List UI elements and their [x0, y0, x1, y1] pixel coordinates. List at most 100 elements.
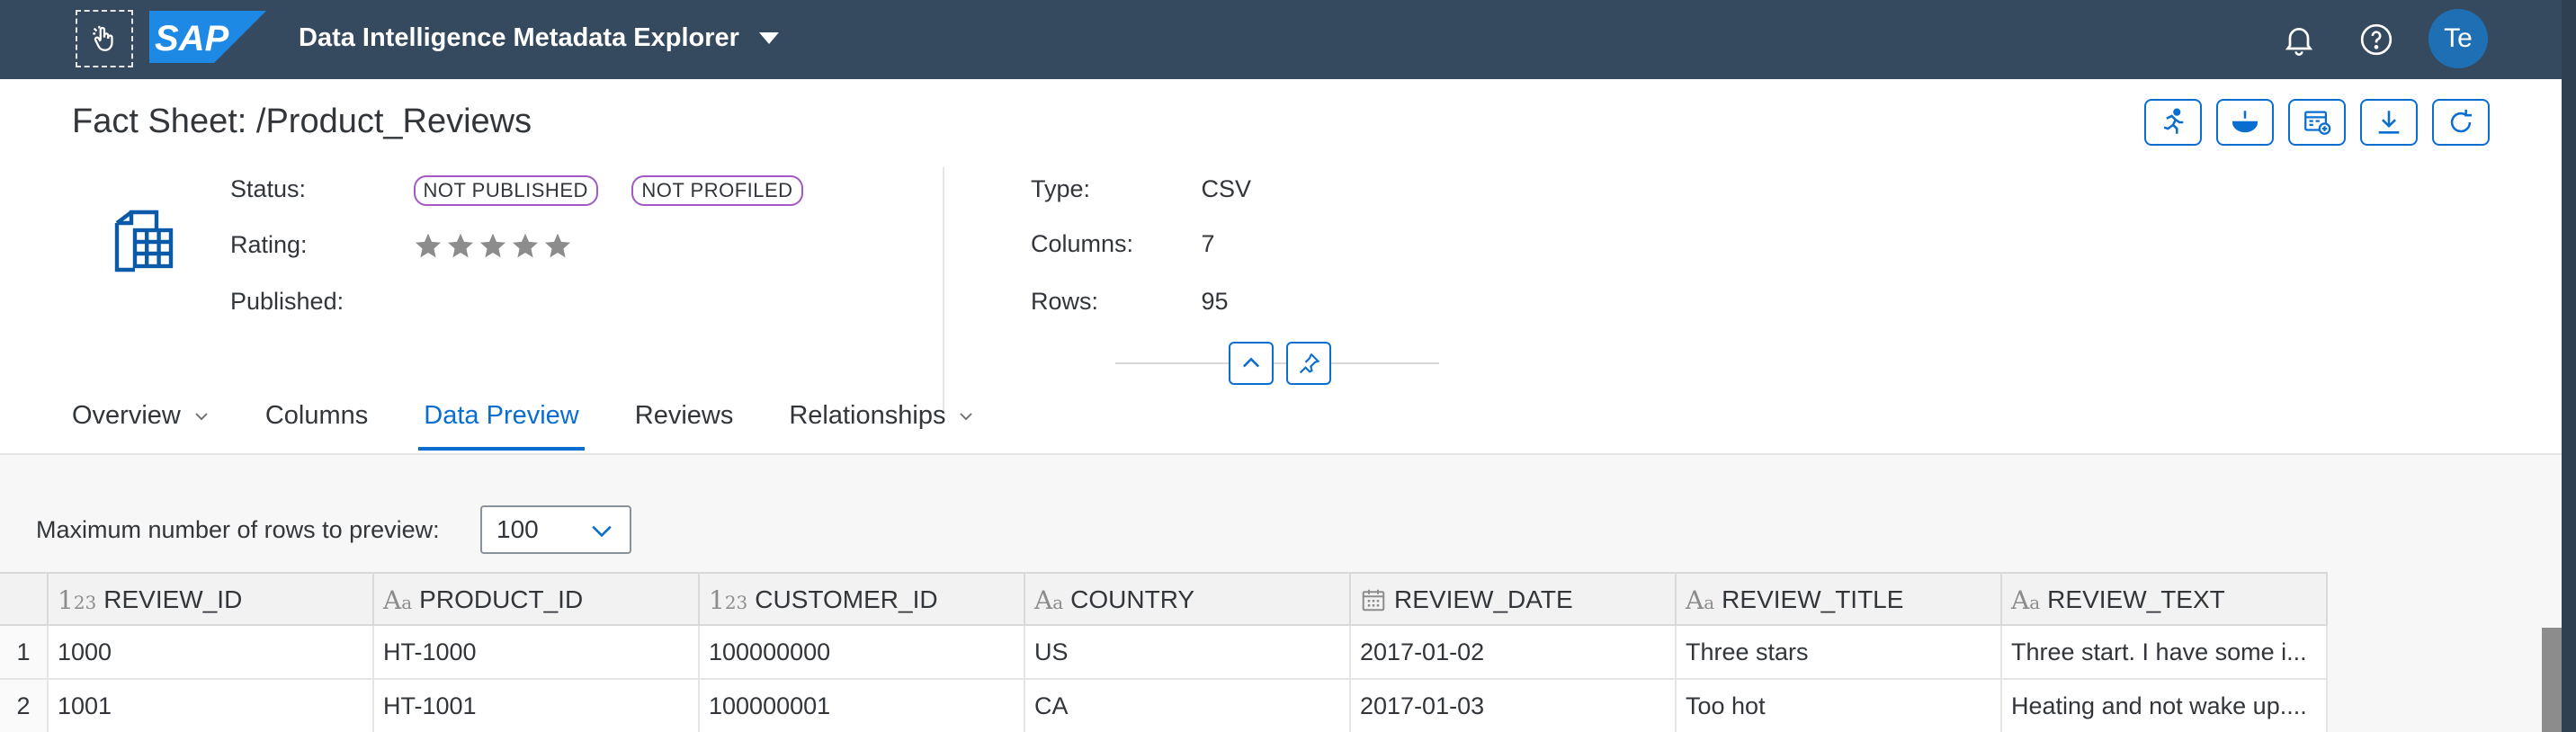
star-icon [479, 233, 505, 258]
column-header-review-title[interactable]: Aa REVIEW_TITLE [1677, 574, 2002, 626]
status-badge-published: NOT PUBLISHED [413, 175, 598, 206]
rating-field: Rating: [230, 230, 572, 260]
column-header-customer-id[interactable]: 123 CUSTOMER_ID [700, 574, 1025, 626]
table-cell: 100000001 [700, 680, 1025, 732]
column-header-review-text[interactable]: Aa REVIEW_TEXT [2002, 574, 2328, 626]
column-header-label: CUSTOMER_ID [755, 585, 938, 613]
tab-columns[interactable]: Columns [265, 401, 368, 451]
column-header-product-id[interactable]: Aa PRODUCT_ID [374, 574, 700, 626]
home-button[interactable] [76, 10, 133, 67]
hand-pointer-icon [93, 25, 113, 51]
prepare-button[interactable] [2216, 99, 2274, 146]
publish-button[interactable] [2288, 99, 2346, 146]
running-person-icon [2163, 108, 2184, 134]
run-button[interactable] [2144, 99, 2202, 146]
table-cell: CA [1025, 680, 1351, 732]
star-icon [512, 233, 538, 258]
header-divider [943, 167, 944, 414]
row-number-header [0, 574, 49, 626]
integer-type-icon: 123 [58, 585, 97, 615]
column-header-country[interactable]: Aa COUNTRY [1025, 574, 1351, 626]
shell-bar: SAP Data Intelligence Metadata Explorer … [0, 0, 2576, 79]
table-cell: 1000 [49, 626, 374, 678]
pin-header-button[interactable] [1286, 342, 1331, 385]
star-icon [544, 233, 570, 258]
table-scrollbar[interactable] [2542, 628, 2562, 732]
tab-reviews[interactable]: Reviews [635, 401, 734, 451]
table-cell: 100000000 [700, 626, 1025, 678]
tab-overview[interactable]: Overview [72, 401, 210, 451]
publish-icon [2304, 111, 2331, 135]
integer-type-icon: 123 [709, 585, 748, 615]
collapse-header-button[interactable] [1229, 342, 1274, 385]
rating-label: Rating: [230, 231, 308, 259]
chevron-up-icon [1242, 357, 1260, 368]
type-label: Type: [1031, 175, 1091, 202]
table-cell: 2017-01-03 [1351, 680, 1677, 732]
bowl-icon [2232, 111, 2258, 133]
table-cell: Heating and not wake up.... [2002, 680, 2328, 732]
tab-bar: Overview Columns Data Preview Reviews Re… [72, 401, 1030, 451]
object-header: Fact Sheet: /Product_Reviews Status: NOT… [0, 79, 2576, 455]
row-number: 2 [0, 680, 49, 732]
tab-data-preview-label: Data Preview [424, 401, 579, 430]
calendar-icon [1362, 589, 1385, 611]
table-cell: HT-1000 [374, 626, 700, 678]
published-label: Published: [230, 288, 344, 315]
refresh-icon [2450, 109, 2473, 133]
star-icon [447, 233, 473, 258]
type-field: Type: CSV [1031, 175, 1251, 203]
help-icon[interactable] [2358, 22, 2394, 58]
table-row[interactable]: 2 1001 HT-1001 100000001 CA 2017-01-03 T… [0, 680, 2328, 732]
app-title: Data Intelligence Metadata Explorer [299, 23, 739, 52]
table-cell: Three start. I have some i... [2002, 626, 2328, 678]
rows-field: Rows: 95 [1031, 288, 1229, 316]
tab-relationships-label: Relationships [789, 401, 946, 430]
table-cell: Three stars [1677, 626, 2002, 678]
string-type-icon: Aa [2011, 585, 2041, 615]
pin-icon [1299, 353, 1320, 374]
table-header: 123 REVIEW_ID Aa PRODUCT_ID 123 CUSTOMER… [0, 572, 2328, 626]
chevron-down-icon [592, 525, 612, 538]
download-button[interactable] [2360, 99, 2418, 146]
column-header-review-date[interactable]: REVIEW_DATE [1351, 574, 1677, 626]
caret-down-icon [758, 32, 779, 44]
status-label: Status: [230, 175, 307, 202]
tab-relationships[interactable]: Relationships [789, 401, 974, 451]
column-header-label: REVIEW_ID [103, 585, 243, 613]
chevron-down-icon [195, 412, 208, 420]
table-file-icon [114, 210, 174, 272]
rows-value: 95 [1201, 288, 1229, 315]
string-type-icon: Aa [1034, 585, 1064, 615]
table-row[interactable]: 1 1000 HT-1000 100000000 US 2017-01-02 T… [0, 626, 2328, 680]
max-rows-select[interactable]: 100 [480, 505, 631, 554]
row-number: 1 [0, 626, 49, 678]
user-avatar[interactable]: Te [2428, 9, 2488, 68]
chevron-down-icon [960, 412, 973, 420]
rows-label: Rows: [1031, 288, 1099, 315]
sap-logo-text: SAP [155, 19, 229, 58]
app-title-menu[interactable]: Data Intelligence Metadata Explorer [299, 23, 779, 53]
tab-data-preview[interactable]: Data Preview [418, 401, 586, 451]
column-header-label: REVIEW_DATE [1394, 585, 1573, 613]
collapse-divider [1115, 362, 1439, 364]
tab-reviews-label: Reviews [634, 401, 734, 430]
type-value: CSV [1201, 175, 1252, 202]
max-rows-value: 100 [496, 515, 539, 543]
data-preview-table: 123 REVIEW_ID Aa PRODUCT_ID 123 CUSTOMER… [0, 572, 2562, 732]
column-header-label: REVIEW_TEXT [2047, 585, 2225, 613]
refresh-button[interactable] [2432, 99, 2490, 146]
table-cell: HT-1001 [374, 680, 700, 732]
column-header-review-id[interactable]: 123 REVIEW_ID [49, 574, 374, 626]
column-header-label: PRODUCT_ID [419, 585, 584, 613]
header-actions [2144, 99, 2490, 146]
tab-columns-label: Columns [264, 401, 369, 430]
star-icon [415, 233, 441, 258]
column-header-label: COUNTRY [1070, 585, 1195, 613]
max-rows-label: Maximum number of rows to preview: [36, 516, 440, 543]
bell-icon[interactable] [2281, 22, 2317, 58]
sap-logo[interactable]: SAP [149, 11, 266, 63]
rating-stars [414, 231, 572, 260]
columns-field: Columns: 7 [1031, 230, 1215, 258]
page-title: Fact Sheet: /Product_Reviews [72, 103, 532, 140]
